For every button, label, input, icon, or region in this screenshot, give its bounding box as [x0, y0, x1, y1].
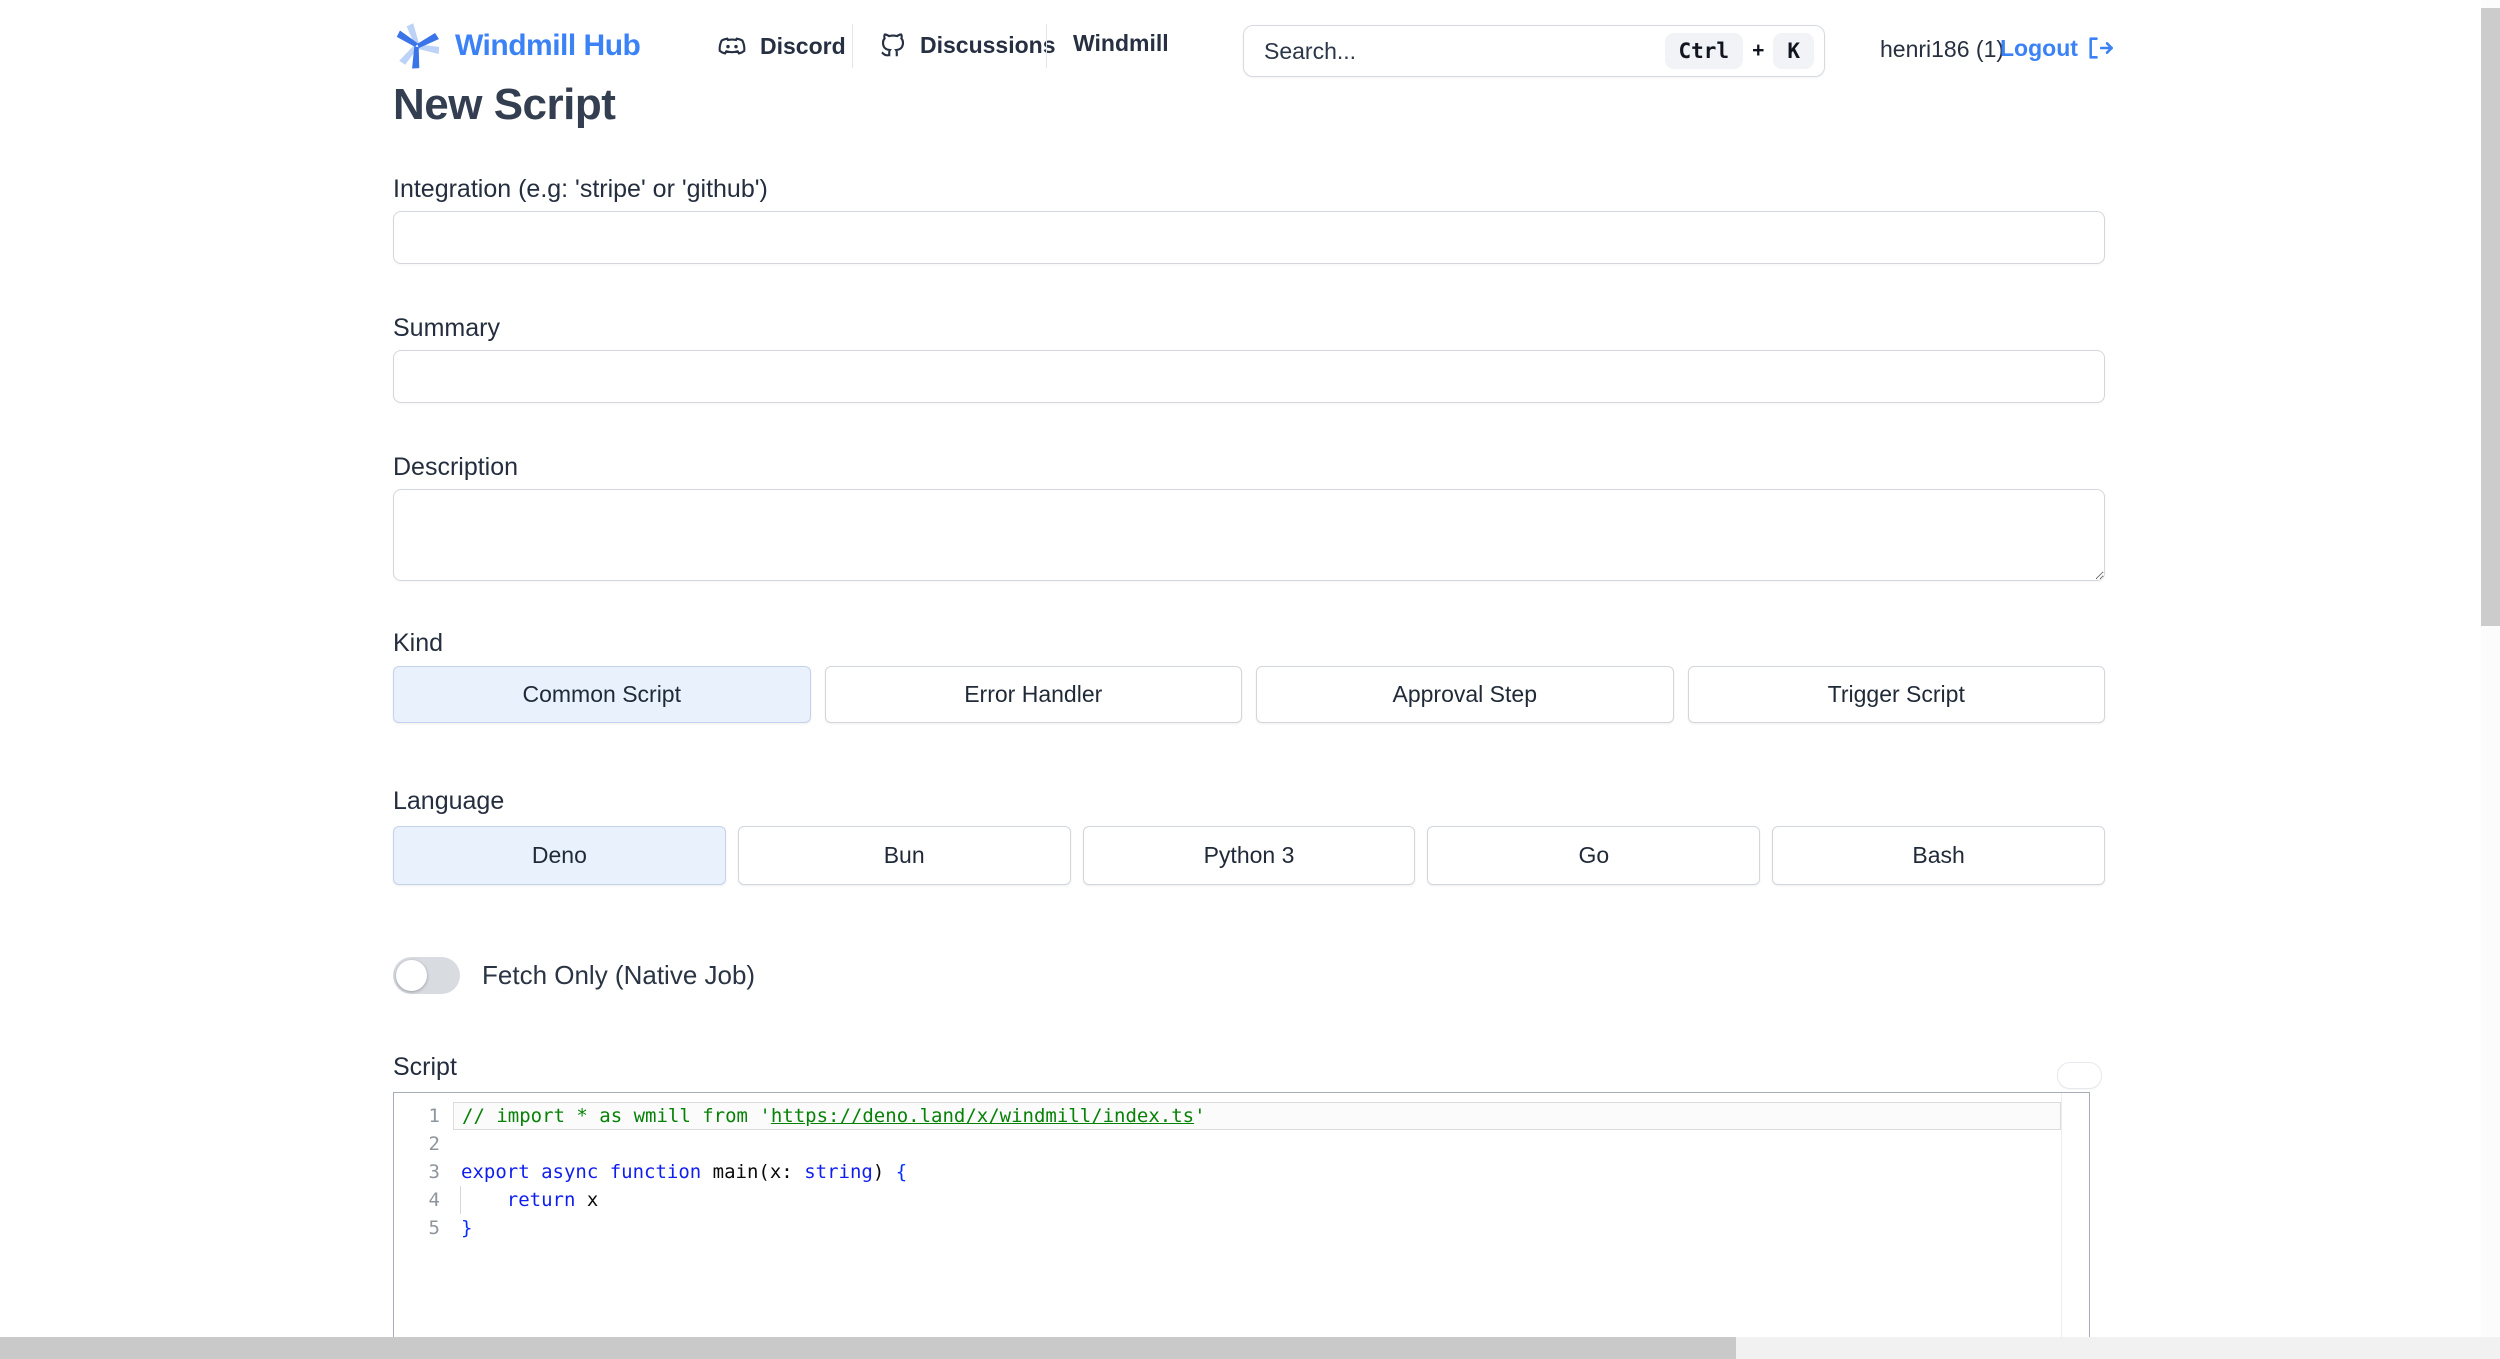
kind-common-script-button[interactable]: Common Script	[393, 666, 811, 723]
code-link-token[interactable]: https://deno.land/x/windmill/index.ts	[771, 1105, 1194, 1127]
code-token: {	[895, 1161, 908, 1183]
page-title: New Script	[393, 80, 616, 129]
line-number-gutter: 1 2 3 4 5	[394, 1102, 440, 1242]
code-line-3: export async function main(x: string) {	[461, 1158, 2061, 1186]
language-python3-button[interactable]: Python 3	[1082, 826, 1416, 885]
code-token: main(x:	[712, 1161, 805, 1183]
summary-label: Summary	[393, 314, 500, 342]
kind-button-group: Common Script Error Handler Approval Ste…	[393, 666, 2105, 723]
toggle-knob	[396, 960, 427, 991]
kind-trigger-script-button[interactable]: Trigger Script	[1687, 666, 2105, 723]
windmill-hub-logo[interactable]: Windmill Hub	[393, 22, 641, 70]
fetch-only-row: Fetch Only (Native Job)	[393, 957, 755, 994]
nav-divider	[1046, 24, 1047, 68]
integration-input[interactable]	[393, 211, 2105, 264]
kind-label: Kind	[393, 629, 444, 657]
editor-option-pill-button[interactable]	[2057, 1062, 2102, 1089]
code-token: export async function	[461, 1161, 713, 1183]
code-token: string	[804, 1161, 873, 1183]
brand-title: Windmill Hub	[455, 29, 641, 62]
logout-button[interactable]: Logout	[2000, 34, 2114, 62]
script-label: Script	[393, 1053, 457, 1081]
page-horizontal-scrollbar-thumb[interactable]	[0, 1337, 1736, 1359]
fetch-only-toggle[interactable]	[393, 957, 460, 994]
indent-guide-line	[460, 1186, 461, 1214]
integration-label: Integration (e.g: 'stripe' or 'github')	[393, 175, 768, 203]
language-go-button[interactable]: Go	[1427, 826, 1761, 885]
code-token: return	[461, 1189, 587, 1211]
line-number: 5	[428, 1217, 440, 1239]
nav-windmill-label: Windmill	[1073, 30, 1169, 56]
code-token: }	[461, 1217, 473, 1239]
kind-error-handler-button[interactable]: Error Handler	[824, 666, 1242, 723]
language-label: Language	[393, 787, 505, 815]
nav-divider	[852, 24, 853, 68]
language-button-group: Deno Bun Python 3 Go Bash	[393, 826, 2105, 885]
code-token: // import * as wmill from '	[462, 1105, 771, 1127]
language-bash-button[interactable]: Bash	[1772, 826, 2105, 885]
page-vertical-scrollbar-track[interactable]	[2481, 0, 2500, 1359]
code-token: '	[1194, 1105, 1206, 1127]
code-editor[interactable]: 1 2 3 4 5 // import * as wmill from 'htt…	[393, 1092, 2090, 1359]
search-input[interactable]	[1262, 36, 1665, 66]
kbd-ctrl: Ctrl	[1664, 33, 1744, 69]
description-textarea[interactable]	[393, 489, 2105, 581]
description-label: Description	[393, 453, 519, 481]
top-navbar: Windmill Hub Discord Discussions Windmil…	[0, 0, 2500, 95]
nav-windmill-link[interactable]: Windmill	[1073, 30, 1169, 57]
language-bun-button[interactable]: Bun	[737, 826, 1071, 885]
line-number: 2	[428, 1133, 440, 1155]
summary-input[interactable]	[393, 350, 2105, 403]
code-line-4: return x	[461, 1186, 2061, 1214]
search-box[interactable]: Ctrl + K	[1243, 25, 1825, 77]
nav-discussions-link[interactable]: Discussions	[878, 30, 1056, 60]
line-number: 3	[428, 1161, 440, 1183]
fetch-only-label: Fetch Only (Native Job)	[482, 960, 756, 990]
kbd-plus: +	[1752, 39, 1765, 62]
code-line-5: }	[461, 1214, 2061, 1242]
code-token: )	[872, 1161, 896, 1183]
page-horizontal-scrollbar-track[interactable]	[0, 1337, 2500, 1359]
logout-label: Logout	[2000, 34, 2078, 61]
new-script-page: Windmill Hub Discord Discussions Windmil…	[0, 0, 2500, 1359]
nav-discussions-label: Discussions	[920, 31, 1056, 58]
page-vertical-scrollbar-thumb[interactable]	[2481, 8, 2500, 626]
kbd-k: K	[1773, 33, 1814, 69]
logout-icon	[2086, 34, 2114, 62]
line-number: 4	[428, 1189, 440, 1211]
windmill-logo-icon	[393, 22, 441, 70]
code-content: // import * as wmill from 'https://deno.…	[453, 1102, 2061, 1242]
editor-scrollbar-divider	[2061, 1093, 2062, 1358]
discord-icon	[716, 30, 748, 62]
code-line-1: // import * as wmill from 'https://deno.…	[453, 1102, 2061, 1130]
nav-discord-link[interactable]: Discord	[716, 30, 846, 62]
language-deno-button[interactable]: Deno	[393, 826, 726, 885]
code-token: x	[586, 1189, 599, 1211]
kind-approval-step-button[interactable]: Approval Step	[1256, 666, 1674, 723]
github-icon	[878, 30, 908, 60]
username-label: henri186 (1)	[1880, 36, 2005, 62]
nav-discord-label: Discord	[760, 32, 846, 59]
line-number: 1	[428, 1105, 440, 1127]
